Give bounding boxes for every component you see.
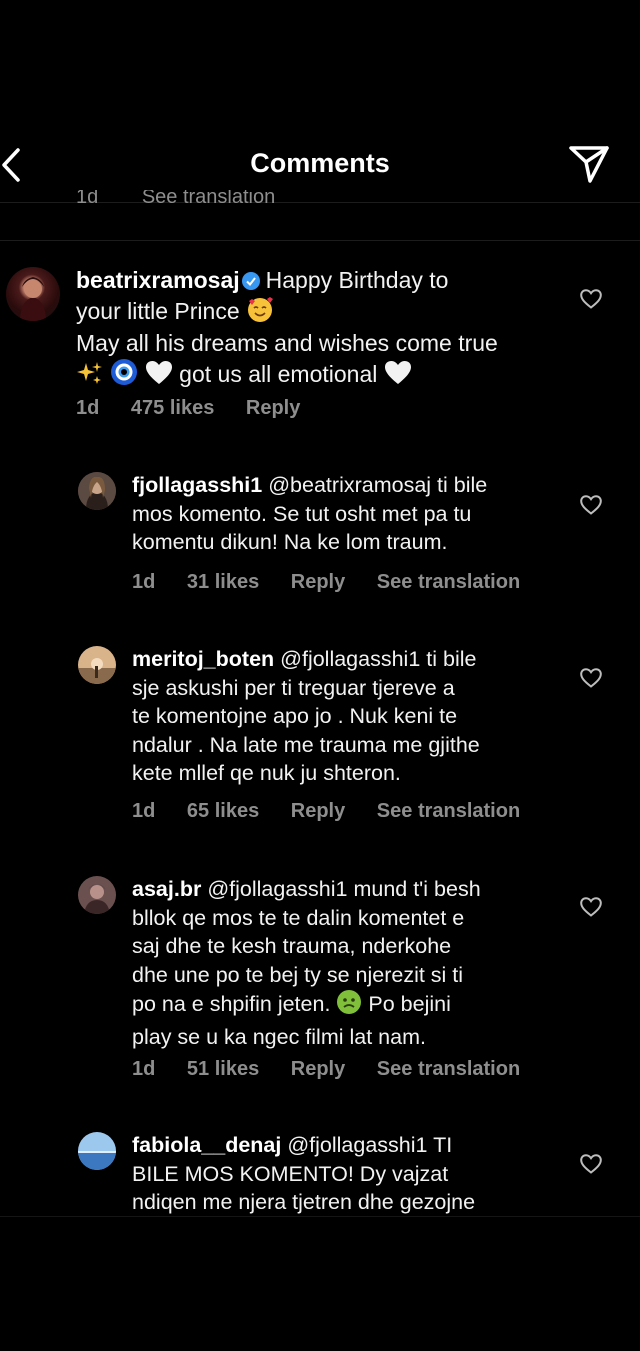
comment-likes[interactable]: 475 likes: [131, 397, 214, 419]
see-translation-button[interactable]: See translation: [377, 1058, 520, 1080]
heart-outline-icon: [580, 495, 602, 515]
comment-mention[interactable]: @fjollagasshi1: [280, 647, 420, 671]
comment-username[interactable]: meritoj_boten: [132, 647, 274, 671]
comment-likes[interactable]: 31 likes: [187, 571, 259, 593]
previous-see-translation[interactable]: See translation: [142, 190, 275, 208]
like-button[interactable]: [580, 495, 602, 515]
comment-mention[interactable]: @beatrixramosaj: [268, 473, 431, 497]
comment-meta: 1d 65 likes Reply See translation: [132, 800, 546, 823]
comment-line: komentu dikun! Na ke lom traum.: [132, 530, 448, 554]
comment-line: mund t'i besh: [353, 877, 481, 901]
comment-line: play se u ka ngec filmi lat nam.: [132, 1024, 426, 1049]
comment-line: your little Prince: [76, 297, 240, 324]
avatar[interactable]: [78, 472, 116, 510]
see-translation-button[interactable]: See translation: [377, 571, 520, 593]
avatar[interactable]: [6, 267, 60, 321]
comment-likes[interactable]: 51 likes: [187, 1058, 259, 1080]
nazar-amulet-emoji-icon: [110, 358, 138, 393]
comment-mention[interactable]: @fjollagasshi1: [287, 1133, 427, 1157]
like-button[interactable]: [580, 668, 602, 688]
comment-line: ndalur . Na late me trauma me gjithe: [132, 732, 480, 757]
avatar-image: [78, 876, 116, 914]
comment-username[interactable]: beatrixramosaj: [76, 267, 240, 293]
comment-text: beatrixramosaj Happy Birthday to your lit…: [76, 266, 498, 392]
comment-line: te komentojne apo jo . Nuk keni te: [132, 704, 458, 728]
comment-line: kete mllef qe nuk ju shteron.: [132, 761, 401, 785]
comment-line: May all his dreams and wishes come true: [76, 330, 498, 356]
comment-line: got us all emotional: [179, 360, 378, 387]
paper-plane-icon: [569, 146, 609, 183]
previous-comment-meta: 1d See translation: [76, 190, 313, 212]
avatar-image: [78, 1132, 116, 1170]
reply-button[interactable]: Reply: [291, 1058, 345, 1080]
comment-text: meritoj_boten @fjollagasshi1 ti bile sje…: [132, 645, 480, 788]
page-title: Comments: [250, 148, 390, 178]
comment-username[interactable]: asaj.br: [132, 877, 201, 901]
avatar-image: [78, 472, 116, 510]
smiling-hearts-emoji-icon: [246, 295, 274, 330]
comment-line: ti bile: [426, 647, 477, 671]
heart-outline-icon: [580, 668, 602, 688]
reply-button[interactable]: Reply: [246, 397, 300, 419]
white-heart-emoji-icon: [145, 360, 173, 393]
white-heart-emoji-icon: [384, 360, 412, 393]
comment-mention[interactable]: @fjollagasshi1: [207, 877, 347, 901]
comment-line: TI: [433, 1133, 453, 1157]
content-bottom-edge: [0, 1216, 640, 1217]
comment-meta: 1d 475 likes Reply: [76, 397, 326, 420]
comment-line: BILE MOS KOMENTO! Dy vajzat: [132, 1161, 449, 1186]
comment-meta: 1d 31 likes Reply See translation: [132, 571, 546, 594]
share-button[interactable]: [568, 144, 610, 186]
comment-likes[interactable]: 65 likes: [187, 800, 259, 822]
comment-time: 1d: [76, 397, 100, 419]
comment-text: fabiola__denaj @fjollagasshi1 TI BILE MO…: [132, 1131, 475, 1217]
reply-button[interactable]: Reply: [291, 800, 345, 822]
see-translation-button[interactable]: See translation: [377, 800, 520, 822]
heart-outline-icon: [580, 897, 602, 917]
avatar-image: [20, 277, 46, 321]
verified-badge-icon: [241, 272, 260, 290]
sparkles-emoji-icon: [76, 360, 104, 393]
comment-line: bllok qe mos te te dalin komentet e: [132, 905, 465, 930]
comment-line: Po bejini: [368, 992, 451, 1016]
like-button[interactable]: [580, 897, 602, 917]
comment-username[interactable]: fabiola__denaj: [132, 1133, 281, 1157]
comment-time: 1d: [132, 571, 156, 593]
comment-line: ti bile: [437, 473, 488, 497]
comment-line: ndiqen me njera tjetren dhe gezojne: [132, 1190, 476, 1214]
nauseated-face-emoji-icon: [336, 989, 362, 1023]
comment-line: po na e shpifin jeten.: [132, 992, 331, 1016]
avatar[interactable]: [78, 646, 116, 684]
comment-username[interactable]: fjollagasshi1: [132, 473, 262, 497]
like-button[interactable]: [580, 1154, 602, 1174]
avatar-image: [78, 646, 116, 684]
previous-time: 1d: [76, 190, 99, 208]
avatar[interactable]: [78, 876, 116, 914]
comment-meta: 1d 51 likes Reply See translation: [132, 1058, 546, 1081]
comment-time: 1d: [132, 800, 156, 822]
comment-line: saj dhe te kesh trauma, nderkohe: [132, 934, 452, 958]
comment-line: mos komento. Se tut osht met pa tu: [132, 501, 472, 526]
heart-outline-icon: [580, 289, 602, 309]
comment-line: dhe une po te bej ty se njerezit si ti: [132, 962, 464, 987]
section-divider: [0, 240, 640, 241]
comment-time: 1d: [132, 1058, 156, 1080]
like-button[interactable]: [580, 289, 602, 309]
heart-outline-icon: [580, 1154, 602, 1174]
comment-text: fjollagasshi1 @beatrixramosaj ti bile mo…: [132, 471, 487, 557]
comment-line: Happy Birthday to: [265, 267, 449, 293]
comment-line: sje askushi per ti treguar tjereve a: [132, 675, 455, 700]
avatar[interactable]: [78, 1132, 116, 1170]
reply-button[interactable]: Reply: [291, 571, 345, 593]
comment-text: asaj.br @fjollagasshi1 mund t'i besh bll…: [132, 875, 481, 1051]
